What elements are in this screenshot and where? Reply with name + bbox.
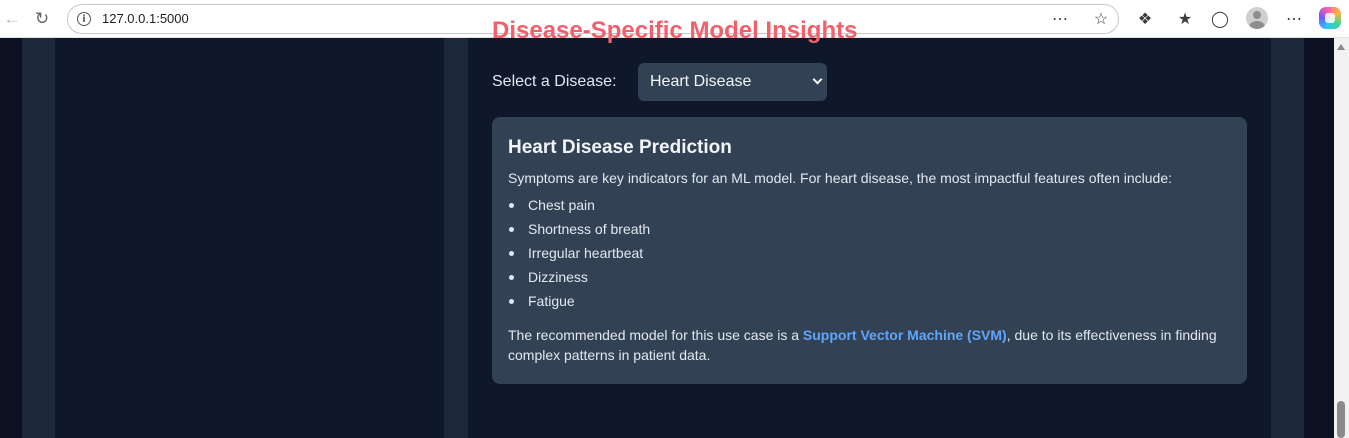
card-intro: Symptoms are key indicators for an ML mo… xyxy=(508,170,1173,186)
bullet-icon xyxy=(509,227,514,232)
scroll-thumb[interactable] xyxy=(1337,401,1345,438)
symptom-item: Fatigue xyxy=(508,289,1231,313)
info-icon[interactable]: i xyxy=(77,12,91,26)
disease-select[interactable]: Heart Disease xyxy=(638,63,827,101)
card-title: Heart Disease Prediction xyxy=(508,137,732,158)
shield-icon[interactable]: ◯ xyxy=(1208,7,1232,31)
symptom-text: Dizziness xyxy=(528,269,588,285)
ellipsis-icon[interactable]: ⋯ xyxy=(1282,7,1306,31)
symptom-item: Dizziness xyxy=(508,265,1231,289)
favorites-list-icon[interactable]: ★ xyxy=(1173,7,1197,31)
insight-card: Heart Disease Prediction Symptoms are ke… xyxy=(492,117,1247,384)
arrow-left-icon: ← xyxy=(3,9,21,28)
bullet-icon xyxy=(509,275,514,280)
recommendation-lead: The recommended model for this use case … xyxy=(508,327,803,343)
left-panel xyxy=(55,38,444,438)
symptom-item: Irregular heartbeat xyxy=(508,241,1231,265)
puzzle-icon[interactable]: ❖ xyxy=(1133,7,1157,31)
scroll-up-icon[interactable] xyxy=(1337,44,1345,50)
copilot-icon[interactable] xyxy=(1319,7,1341,29)
more-circle-icon[interactable]: ⋯ xyxy=(1049,8,1071,30)
reload-button[interactable]: ↻ xyxy=(30,7,54,31)
section-heading: Disease-Specific Model Insights xyxy=(492,17,858,44)
disease-select-value: Heart Disease xyxy=(650,73,752,90)
symptom-text: Irregular heartbeat xyxy=(528,245,644,261)
bullet-icon xyxy=(509,203,514,208)
symptom-item: Shortness of breath xyxy=(508,217,1231,241)
chevron-down-icon xyxy=(812,74,823,85)
back-button[interactable]: ← xyxy=(0,7,24,31)
model-recommendation: The recommended model for this use case … xyxy=(508,325,1218,365)
disease-select-label: Select a Disease: xyxy=(492,73,617,90)
reload-icon: ↻ xyxy=(34,9,50,28)
bullet-icon xyxy=(509,251,514,256)
symptom-item: Chest pain xyxy=(508,193,1231,217)
url-text[interactable]: 127.0.0.1:5000 xyxy=(102,11,189,26)
symptom-text: Shortness of breath xyxy=(528,221,651,237)
symptom-text: Fatigue xyxy=(528,293,575,309)
bullet-icon xyxy=(509,299,514,304)
star-icon[interactable]: ☆ xyxy=(1090,8,1112,30)
avatar-icon[interactable] xyxy=(1246,7,1268,29)
vertical-scrollbar[interactable] xyxy=(1334,38,1349,438)
model-name: Support Vector Machine (SVM) xyxy=(802,327,1007,343)
symptom-text: Chest pain xyxy=(528,197,595,213)
symptom-list: Chest pain Shortness of breath Irregular… xyxy=(508,193,1231,313)
